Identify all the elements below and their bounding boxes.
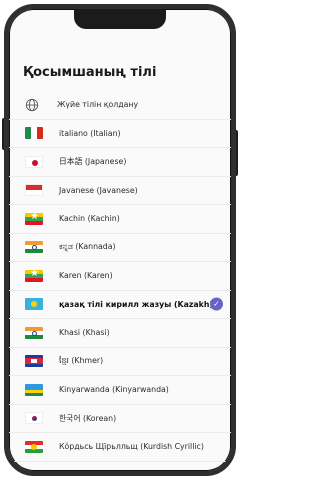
- flag-italy-icon: [25, 127, 43, 140]
- language-label: Javanese (Javanese): [59, 185, 138, 195]
- flag-myanmar-icon: [25, 212, 43, 225]
- language-option-japanese[interactable]: 日本語 (Japanese): [9, 148, 231, 177]
- language-label: ខ្មែរ (Khmer): [59, 356, 104, 366]
- language-option-korean[interactable]: 한국어 (Korean): [9, 405, 231, 433]
- flag-indonesia-icon: [25, 184, 43, 197]
- language-list: Жүйе тілін қолдану italiano (Italian) 日本…: [9, 91, 231, 462]
- page-title: Қосымшаның тілі: [23, 65, 157, 80]
- phone-notch: [74, 9, 166, 29]
- flag-myanmar-icon: [25, 269, 43, 282]
- flag-cambodia-icon: [25, 355, 43, 368]
- globe-icon: [25, 98, 39, 111]
- language-option-kannada[interactable]: ಕನ್ನಡ (Kannada): [9, 234, 231, 262]
- language-label: Khasi (Khasi): [59, 328, 110, 338]
- language-label: Кӧрдьсь Щїрьлльщ (Kurdish Cyrillic): [59, 442, 204, 452]
- language-label: 한국어 (Korean): [59, 413, 117, 423]
- language-option-system[interactable]: Жүйе тілін қолдану: [9, 91, 231, 120]
- check-circle-icon: ✓: [210, 297, 223, 311]
- language-label: Kachin (Kachin): [59, 214, 120, 224]
- language-option-kazakh[interactable]: қазақ тілі кирилл жазуы (Kazakh) ✓: [9, 291, 231, 319]
- language-label: Karen (Karen): [59, 271, 113, 281]
- phone-frame: Қосымшаның тілі Жүйе тілін қолдану itali…: [4, 4, 236, 476]
- language-option-khasi[interactable]: Khasi (Khasi): [9, 319, 231, 348]
- flag-kazakhstan-icon: [25, 298, 43, 311]
- language-option-javanese[interactable]: Javanese (Javanese): [9, 177, 231, 205]
- language-option-khmer[interactable]: ខ្មែរ (Khmer): [9, 348, 231, 376]
- flag-india-icon: [25, 326, 43, 339]
- language-label: ಕನ್ನಡ (Kannada): [59, 242, 116, 252]
- language-label: 日本語 (Japanese): [59, 157, 127, 167]
- language-label: Жүйе тілін қолдану: [57, 100, 139, 110]
- flag-japan-icon: [25, 155, 43, 168]
- language-option-karen[interactable]: Karen (Karen): [9, 262, 231, 291]
- language-label: italiano (Italian): [59, 128, 121, 138]
- language-label: қазақ тілі кирилл жазуы (Kazakh): [59, 299, 213, 309]
- flag-india-icon: [25, 241, 43, 254]
- flag-korea-icon: [25, 412, 43, 425]
- language-option-kachin[interactable]: Kachin (Kachin): [9, 205, 231, 234]
- language-option-kurdish-cyrillic[interactable]: Кӧрдьсь Щїрьлльщ (Kurdish Cyrillic): [9, 433, 231, 462]
- language-option-kinyarwanda[interactable]: Kinyarwanda (Kinyarwanda): [9, 376, 231, 405]
- language-label: Kinyarwanda (Kinyarwanda): [59, 385, 169, 395]
- language-option-italian[interactable]: italiano (Italian): [9, 120, 231, 148]
- flag-kurdistan-icon: [25, 440, 43, 453]
- flag-rwanda-icon: [25, 383, 43, 396]
